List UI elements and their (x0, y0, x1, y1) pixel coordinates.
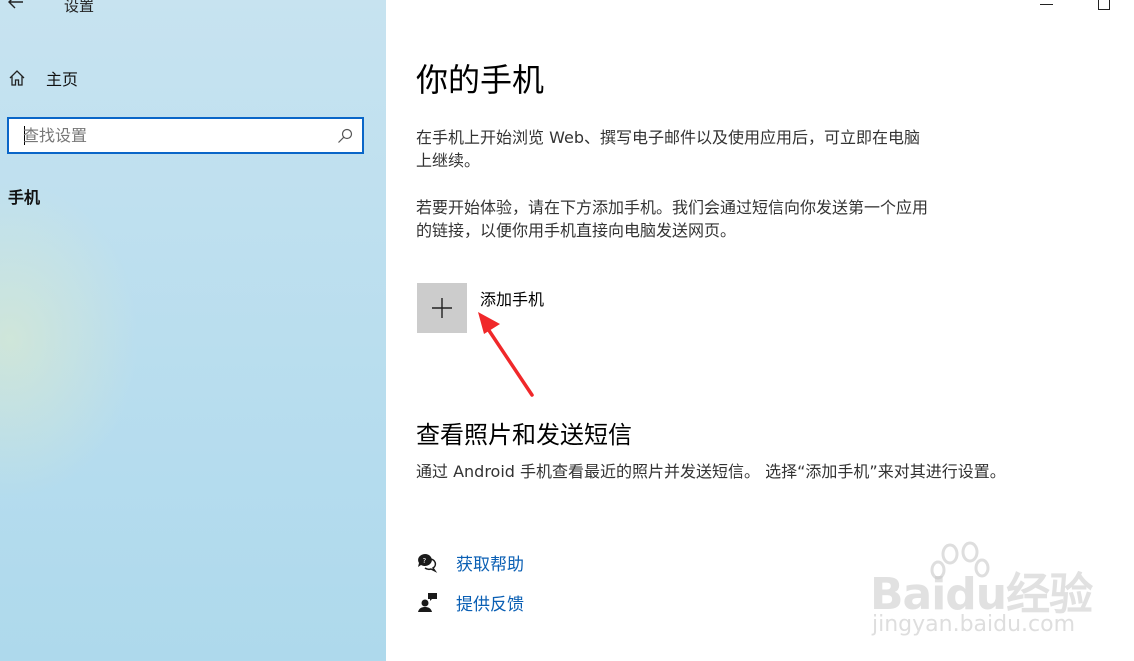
sidebar: 设置 主页 手机 (0, 0, 386, 661)
home-icon (9, 70, 25, 86)
instruction-text: 若要开始体验，请在下方添加手机。我们会通过短信向你发送第一个应用 的链接，以便你… (416, 196, 986, 242)
give-feedback-label[interactable]: 提供反馈 (456, 590, 524, 615)
add-phone-button[interactable] (417, 283, 467, 333)
back-arrow-icon[interactable] (4, 0, 28, 14)
get-help-link[interactable]: ? 获取帮助 (416, 550, 524, 575)
page-title: 你的手机 (416, 61, 545, 99)
section-title: 查看照片和发送短信 (416, 421, 632, 449)
sidebar-item-home[interactable]: 主页 (8, 66, 78, 90)
maximize-button[interactable] (1098, 0, 1110, 10)
intro-line-1: 在手机上开始浏览 Web、撰写电子邮件以及使用应用后，可立即在电脑 (416, 128, 920, 147)
instruction-line-2: 的链接，以便你用手机直接向电脑发送网页。 (416, 221, 737, 240)
svg-text:?: ? (423, 557, 427, 565)
annotation-arrow-icon (478, 312, 534, 397)
get-help-label[interactable]: 获取帮助 (456, 550, 524, 575)
help-chat-icon: ? (418, 554, 438, 573)
sidebar-item-home-label: 主页 (46, 70, 79, 89)
section-description: 通过 Android 手机查看最近的照片并发送短信。 选择“添加手机”来对其进行… (416, 462, 1006, 481)
plus-icon (432, 298, 452, 318)
watermark-url: jingyan.baidu.com (872, 612, 1076, 637)
app-title: 设置 (64, 0, 95, 15)
sidebar-category-phone[interactable]: 手机 (8, 184, 40, 208)
intro-line-2: 上继续。 (416, 151, 481, 170)
minimize-button[interactable] (1040, 4, 1053, 5)
instruction-line-1: 若要开始体验，请在下方添加手机。我们会通过短信向你发送第一个应用 (416, 198, 929, 217)
intro-text: 在手机上开始浏览 Web、撰写电子邮件以及使用应用后，可立即在电脑 上继续。 (416, 126, 986, 172)
feedback-person-icon (418, 593, 437, 612)
give-feedback-link[interactable]: 提供反馈 (416, 590, 524, 615)
search-box[interactable] (7, 117, 364, 154)
search-input[interactable] (23, 119, 323, 152)
search-icon[interactable] (337, 128, 353, 144)
baidu-watermark: Baidu经验 jingyan.baidu.com (860, 540, 1130, 660)
